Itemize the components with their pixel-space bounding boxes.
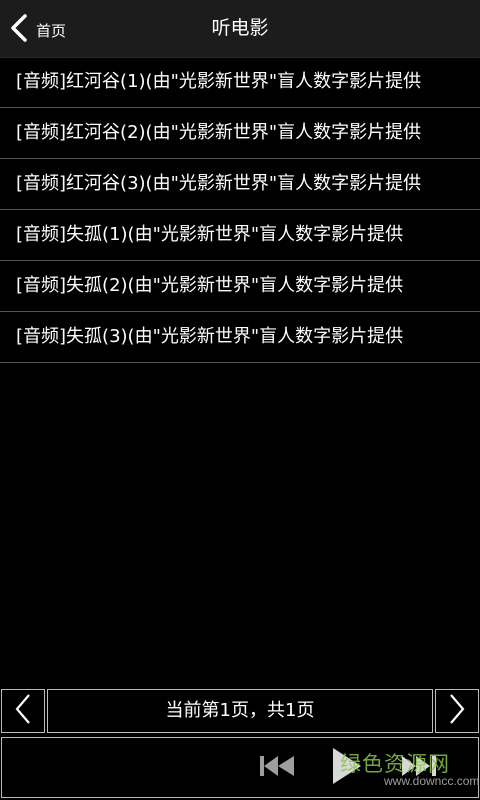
fast-forward-icon — [398, 752, 442, 784]
top-bar: 首页 听电影 — [0, 0, 480, 58]
list-item[interactable]: [音频]红河谷(3)(由"光影新世界"盲人数字影片提供 — [0, 159, 480, 210]
chevron-left-icon — [13, 692, 33, 730]
chevron-left-icon — [8, 13, 30, 47]
audio-list: [音频]红河谷(1)(由"光影新世界"盲人数字影片提供 [音频]红河谷(2)(由… — [0, 57, 480, 363]
list-item[interactable]: [音频]失孤(3)(由"光影新世界"盲人数字影片提供 — [0, 312, 480, 363]
player-bar — [0, 736, 480, 800]
next-page-button[interactable] — [435, 689, 479, 733]
list-item[interactable]: [音频]失孤(1)(由"光影新世界"盲人数字影片提供 — [0, 210, 480, 261]
play-icon — [330, 746, 364, 790]
pagination-bar: 当前第1页，共1页 — [0, 688, 480, 735]
play-button[interactable] — [330, 748, 364, 788]
fast-forward-button[interactable] — [398, 754, 442, 782]
rewind-icon — [258, 752, 298, 784]
back-button[interactable]: 首页 — [8, 12, 88, 48]
list-item[interactable]: [音频]红河谷(1)(由"光影新世界"盲人数字影片提供 — [0, 57, 480, 108]
chevron-right-icon — [447, 692, 467, 730]
back-label: 首页 — [36, 21, 67, 40]
rewind-button[interactable] — [258, 754, 298, 782]
app-root: 首页 听电影 [音频]红河谷(1)(由"光影新世界"盲人数字影片提供 [音频]红… — [0, 0, 480, 800]
list-item[interactable]: [音频]红河谷(2)(由"光影新世界"盲人数字影片提供 — [0, 108, 480, 159]
page-status: 当前第1页，共1页 — [47, 689, 433, 733]
list-item[interactable]: [音频]失孤(2)(由"光影新世界"盲人数字影片提供 — [0, 261, 480, 312]
previous-page-button[interactable] — [1, 689, 45, 733]
